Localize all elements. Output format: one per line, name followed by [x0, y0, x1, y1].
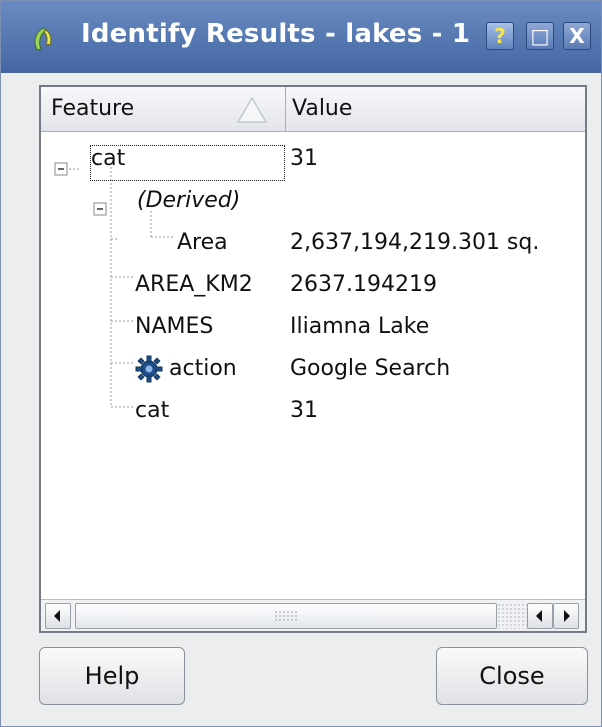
- feature-area-km2: AREA_KM2: [135, 272, 253, 297]
- identify-results-window: Identify Results - lakes - 1 ? □ X Featu…: [0, 0, 602, 727]
- tree-row[interactable]: AREA_KM2: [135, 265, 253, 305]
- gear-icon: [135, 355, 163, 383]
- scroll-left-button-2[interactable]: [527, 603, 553, 629]
- value-cat: 31: [290, 146, 318, 171]
- scroll-thumb[interactable]: [75, 603, 497, 629]
- window-title: Identify Results - lakes - 1: [81, 19, 471, 49]
- horizontal-scrollbar[interactable]: [41, 599, 585, 631]
- value-names: Iliamna Lake: [290, 314, 430, 339]
- grip-icon: [275, 611, 297, 621]
- tree-row[interactable]: NAMES: [135, 307, 213, 347]
- close-button[interactable]: Close: [436, 647, 588, 705]
- feature-cat-2: cat: [135, 398, 170, 423]
- value-area: 2,637,194,219.301 sq.: [290, 230, 540, 255]
- tree-row[interactable]: cat: [135, 391, 169, 431]
- maximize-button[interactable]: □: [526, 22, 554, 50]
- scroll-right-button[interactable]: [553, 603, 579, 629]
- title-bar[interactable]: Identify Results - lakes - 1 ? □ X: [1, 1, 601, 73]
- qgis-logo-icon: [34, 27, 52, 51]
- scroll-left-icon: [54, 610, 60, 622]
- feature-action: action: [169, 356, 237, 381]
- feature-cat: cat: [91, 146, 126, 171]
- expand-minus-icon: [93, 202, 107, 216]
- results-tree[interactable]: Feature Value cat 31 (Derived) Area 2,63…: [39, 85, 587, 633]
- feature-area: Area: [177, 230, 228, 255]
- value-cat-2: 31: [290, 398, 318, 423]
- help-button[interactable]: Help: [39, 647, 185, 705]
- scroll-left-icon: [536, 610, 542, 622]
- value-area-km2: 2637.194219: [290, 272, 437, 297]
- tree-row-derived[interactable]: (Derived): [137, 181, 240, 221]
- tree-row[interactable]: cat: [91, 139, 125, 179]
- scroll-left-button[interactable]: [45, 603, 71, 629]
- tree-row[interactable]: Area: [177, 223, 228, 263]
- feature-names: NAMES: [135, 314, 214, 339]
- scroll-right-icon: [564, 610, 570, 622]
- value-action[interactable]: Google Search: [290, 349, 450, 389]
- close-window-button[interactable]: X: [563, 22, 591, 50]
- context-help-button[interactable]: ?: [486, 22, 514, 50]
- feature-derived: (Derived): [137, 188, 241, 213]
- expand-minus-icon: [54, 162, 68, 176]
- tree-row-action[interactable]: action: [135, 349, 237, 389]
